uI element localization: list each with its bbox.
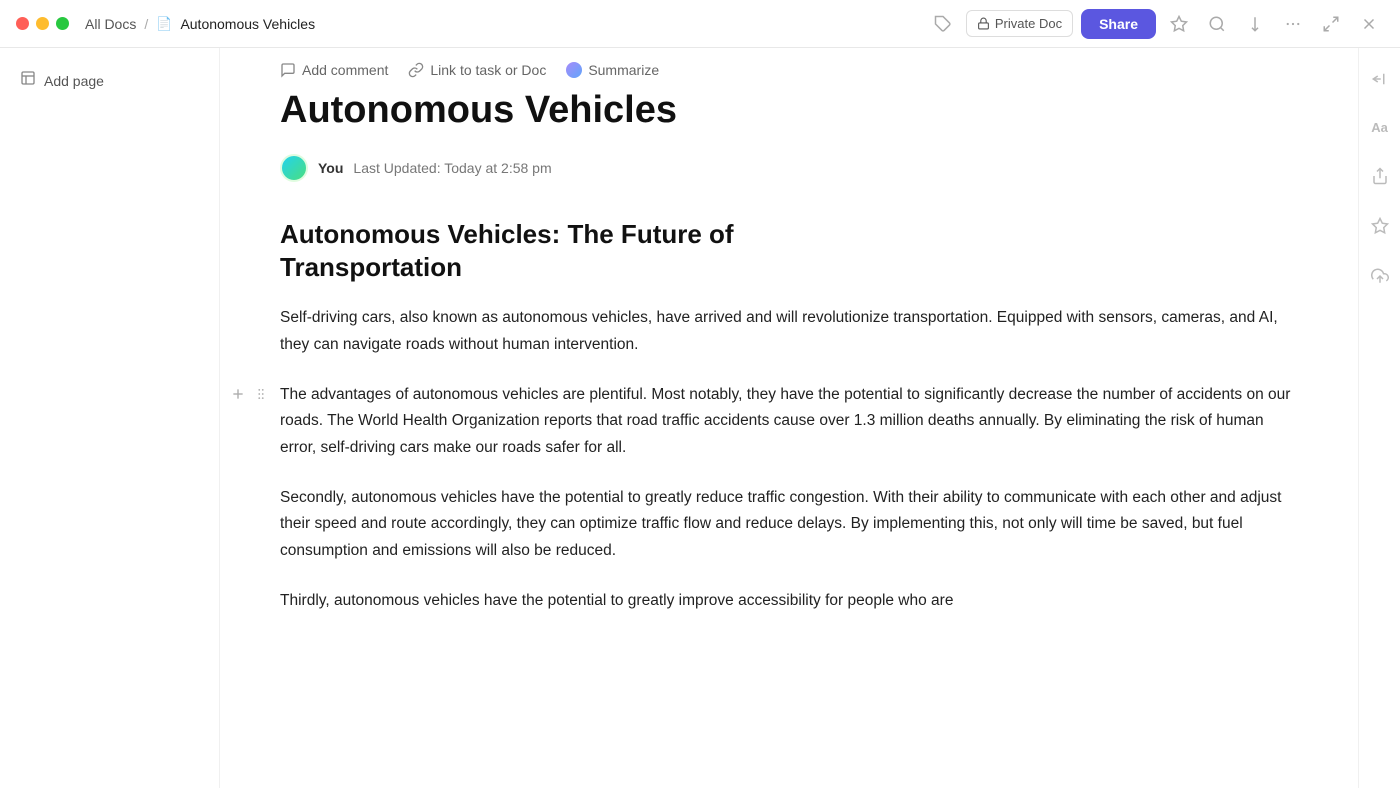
window-close-button[interactable] xyxy=(16,17,29,30)
collapse-left-button[interactable] xyxy=(1365,64,1395,94)
private-doc-badge[interactable]: Private Doc xyxy=(966,10,1073,37)
star-button[interactable] xyxy=(1164,9,1194,39)
toolbar-strip: Add comment Link to task or Doc Summariz… xyxy=(220,48,1358,88)
add-comment-label: Add comment xyxy=(302,62,388,78)
article-heading-line1: Autonomous Vehicles: The Future of xyxy=(280,219,734,249)
summarize-item[interactable]: Summarize xyxy=(566,62,659,78)
document-area: Autonomous Vehicles You Last Updated: To… xyxy=(220,88,1358,614)
add-page-button[interactable]: Add page xyxy=(12,64,207,97)
window-controls xyxy=(16,17,69,30)
avatar xyxy=(280,154,308,182)
add-page-label: Add page xyxy=(44,73,104,89)
article-heading: Autonomous Vehicles: The Future of Trans… xyxy=(280,218,1298,286)
main-content: Add comment Link to task or Doc Summariz… xyxy=(220,48,1358,788)
paragraph-3-text: Secondly, autonomous vehicles have the p… xyxy=(280,489,1281,559)
window-maximize-button[interactable] xyxy=(56,17,69,30)
export-button[interactable] xyxy=(1240,9,1270,39)
block-controls xyxy=(228,384,270,404)
close-button[interactable] xyxy=(1354,9,1384,39)
expand-button[interactable] xyxy=(1316,9,1346,39)
right-sidebar: Aa xyxy=(1358,48,1400,788)
link-task-item[interactable]: Link to task or Doc xyxy=(408,62,546,78)
breadcrumb-doc-title[interactable]: Autonomous Vehicles xyxy=(180,16,315,32)
paragraph-3[interactable]: Secondly, autonomous vehicles have the p… xyxy=(280,485,1298,564)
paragraph-4[interactable]: Thirdly, autonomous vehicles have the po… xyxy=(280,588,1298,614)
author-name: You xyxy=(318,160,343,176)
magic-button[interactable] xyxy=(1365,211,1395,241)
summarize-icon xyxy=(566,62,582,78)
share-button[interactable]: Share xyxy=(1081,9,1156,39)
font-size-button[interactable]: Aa xyxy=(1365,114,1394,141)
share-right-button[interactable] xyxy=(1365,161,1395,191)
paragraph-1-text: Self-driving cars, also known as autonom… xyxy=(280,309,1278,352)
paragraph-1[interactable]: Self-driving cars, also known as autonom… xyxy=(280,305,1298,358)
titlebar: All Docs / 📄 Autonomous Vehicles Private… xyxy=(0,0,1400,48)
private-doc-label: Private Doc xyxy=(995,16,1062,31)
titlebar-right: Private Doc Share xyxy=(928,9,1384,39)
link-task-label: Link to task or Doc xyxy=(430,62,546,78)
add-comment-item[interactable]: Add comment xyxy=(280,62,388,78)
window-minimize-button[interactable] xyxy=(36,17,49,30)
meta-row: You Last Updated: Today at 2:58 pm xyxy=(280,154,1298,182)
more-options-button[interactable] xyxy=(1278,9,1308,39)
breadcrumb: All Docs / 📄 Autonomous Vehicles xyxy=(85,16,315,32)
summarize-label: Summarize xyxy=(588,62,659,78)
last-updated: Last Updated: Today at 2:58 pm xyxy=(353,160,551,176)
paragraph-2-text: The advantages of autonomous vehicles ar… xyxy=(280,386,1290,456)
document-title[interactable]: Autonomous Vehicles xyxy=(280,88,1298,134)
block-drag-button[interactable] xyxy=(252,385,270,403)
upload-button[interactable] xyxy=(1365,261,1395,291)
paragraph-4-text: Thirdly, autonomous vehicles have the po… xyxy=(280,592,953,609)
doc-icon: 📄 xyxy=(156,16,172,32)
breadcrumb-separator: / xyxy=(144,16,148,32)
paragraph-2[interactable]: The advantages of autonomous vehicles ar… xyxy=(280,382,1298,461)
layout: Add page Add comment Link to task or Doc… xyxy=(0,48,1400,788)
search-button[interactable] xyxy=(1202,9,1232,39)
block-add-button[interactable] xyxy=(228,384,248,404)
left-sidebar: Add page xyxy=(0,48,220,788)
article-heading-line2: Transportation xyxy=(280,252,462,282)
tag-icon-button[interactable] xyxy=(928,9,958,39)
add-page-icon xyxy=(20,70,36,91)
breadcrumb-all-docs[interactable]: All Docs xyxy=(85,16,136,32)
